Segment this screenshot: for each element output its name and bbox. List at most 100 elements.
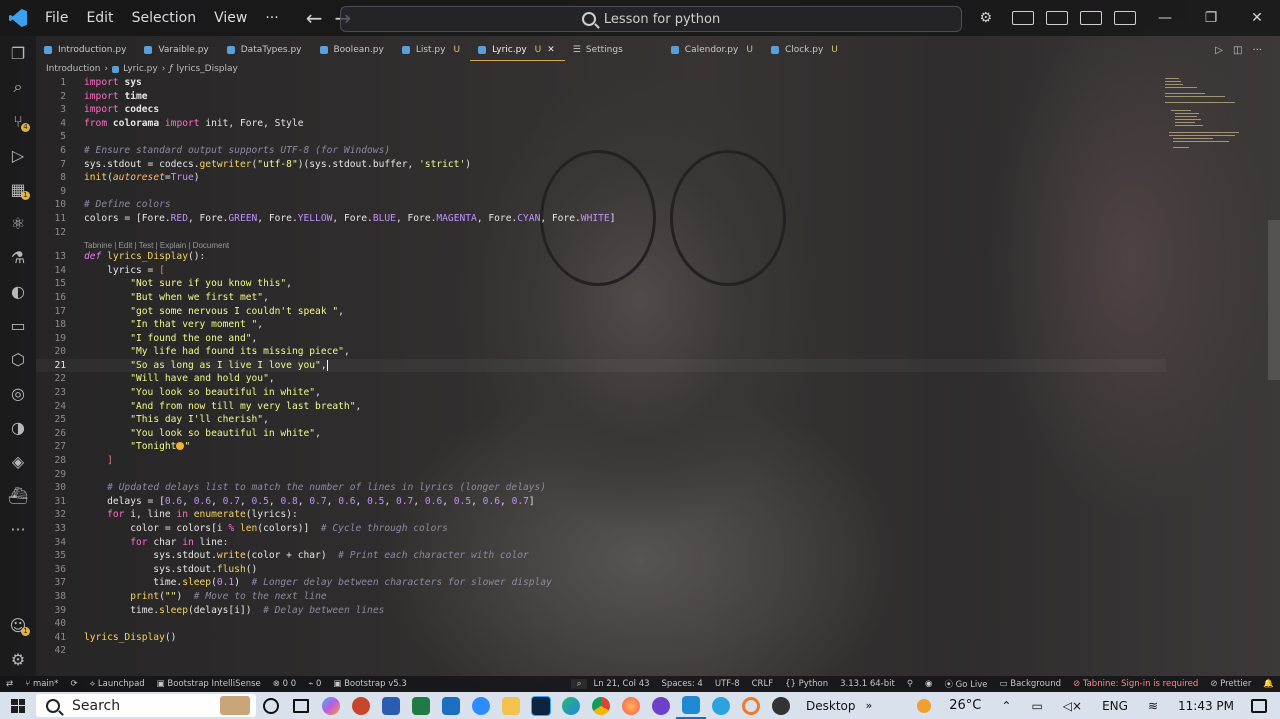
input-language[interactable]: ENG xyxy=(1092,699,1138,713)
editor-scrollbar[interactable] xyxy=(1268,220,1280,380)
file-explorer-icon[interactable] xyxy=(496,692,526,719)
code-line[interactable]: 36 sys.stdout.flush() xyxy=(36,563,1166,577)
toggle-secondary-sidebar-icon[interactable] xyxy=(1114,11,1136,25)
extensions-icon[interactable]: ▦ 1 xyxy=(0,172,36,206)
code-line[interactable]: 42 xyxy=(36,644,1166,658)
background-status[interactable]: ▭ Background xyxy=(994,679,1067,689)
code-line[interactable]: 11 colors = [Fore.RED, Fore.GREEN, Fore.Y… xyxy=(36,212,1166,226)
desktop-toolbar[interactable]: Desktop xyxy=(796,699,866,713)
minimap[interactable] xyxy=(1163,76,1263,156)
notifications-icon[interactable]: 🔔 xyxy=(1257,679,1280,689)
code-line[interactable]: 14 lyrics = [ xyxy=(36,264,1166,278)
cortana-icon[interactable] xyxy=(256,692,286,719)
sync-icon[interactable]: ⟳ xyxy=(64,679,83,689)
excel-icon[interactable] xyxy=(406,692,436,719)
source-control-icon[interactable]: ⑂ 4 xyxy=(0,104,36,138)
code-line[interactable]: 2 import time xyxy=(36,90,1166,104)
search-view-icon[interactable]: ⌕ xyxy=(0,70,36,104)
copilot-icon[interactable]: ◉ xyxy=(919,679,938,689)
code-line[interactable]: 9 xyxy=(36,185,1166,199)
code-line[interactable]: 30 # Updated delays list to match the nu… xyxy=(36,481,1166,495)
breadcrumb-symbol[interactable]: lyrics_Display xyxy=(176,64,237,74)
tab-calendor[interactable]: Calendor.py U xyxy=(663,40,763,60)
cube-icon[interactable]: ⬡ xyxy=(0,342,36,376)
code-line[interactable]: 27 "Tonight " xyxy=(36,440,1166,454)
react-icon[interactable]: ⚛ xyxy=(0,206,36,240)
chrome-icon[interactable] xyxy=(586,692,616,719)
github-icon[interactable]: ◎ xyxy=(0,376,36,410)
code-line[interactable]: 4 from colorama import init, Fore, Style xyxy=(36,117,1166,131)
code-line[interactable]: 3 import codecs xyxy=(36,103,1166,117)
code-line[interactable]: 40 xyxy=(36,617,1166,631)
code-line[interactable]: 35 sys.stdout.write(color + char) # Prin… xyxy=(36,549,1166,563)
back-arrow-icon[interactable]: ← xyxy=(306,6,323,30)
customize-layout-icon[interactable] xyxy=(1012,11,1034,25)
run-debug-icon[interactable]: ▷ xyxy=(0,138,36,172)
split-editor-icon[interactable]: ◫ xyxy=(1233,45,1242,56)
code-line[interactable]: 12 xyxy=(36,226,1166,240)
go-live-status[interactable]: ⦿ Go Live xyxy=(938,678,993,690)
circle-app-icon[interactable] xyxy=(736,692,766,719)
tabnine-icon[interactable]: ◈ xyxy=(0,444,36,478)
code-line[interactable]: 29 xyxy=(36,468,1166,482)
remote-indicator-icon[interactable]: ⇄ xyxy=(0,679,19,689)
code-line[interactable]: 5 xyxy=(36,130,1166,144)
tab-lyric[interactable]: Lyric.py U ✕ xyxy=(470,40,565,61)
ports-status[interactable]: ⌁ 0 xyxy=(302,679,327,689)
account-settings-icon[interactable]: ⚙ xyxy=(979,10,992,26)
outlook-icon[interactable] xyxy=(436,692,466,719)
code-line-current[interactable]: 21 "So as long as I live I love you", xyxy=(36,358,1166,373)
encoding[interactable]: UTF-8 xyxy=(709,679,746,689)
tab-introduction[interactable]: Introduction.py xyxy=(36,40,136,60)
minimize-button[interactable]: — xyxy=(1142,0,1188,36)
cursor-position[interactable]: Ln 21, Col 43 xyxy=(587,679,655,689)
indentation[interactable]: Spaces: 4 xyxy=(656,679,709,689)
code-line[interactable]: 7 sys.stdout = codecs.getwriter("utf-8")(… xyxy=(36,158,1166,172)
code-line[interactable]: 41 lyrics_Display() xyxy=(36,631,1166,645)
code-line[interactable]: 31 delays = [0.6, 0.6, 0.7, 0.5, 0.8, 0.… xyxy=(36,495,1166,509)
bootstrap-intellisense-status[interactable]: ▣ Bootstrap IntelliSense xyxy=(151,679,267,689)
code-line[interactable]: 28 ] xyxy=(36,454,1166,468)
breadcrumb-folder[interactable]: Introduction xyxy=(46,64,101,74)
branch-status[interactable]: ⑂ main* xyxy=(19,679,64,689)
settings-app-icon[interactable] xyxy=(766,692,796,719)
tab-clock[interactable]: Clock.py U xyxy=(763,40,848,60)
code-line[interactable]: 1 import sys xyxy=(36,76,1166,90)
toggle-panel-icon[interactable] xyxy=(1080,11,1102,25)
edge-icon[interactable]: ◐ xyxy=(0,274,36,308)
code-line[interactable]: 38 print("") # Move to the next line xyxy=(36,590,1166,604)
code-line[interactable]: 24 "And from now till my very last breat… xyxy=(36,400,1166,414)
menu-selection[interactable]: Selection xyxy=(123,10,206,26)
tab-list[interactable]: List.py U xyxy=(394,40,470,60)
python-interpreter[interactable]: 3.13.1 64-bit xyxy=(834,679,901,689)
copilot-app-icon[interactable] xyxy=(316,692,346,719)
code-line[interactable]: 20 "My life had found its missing piece"… xyxy=(36,345,1166,359)
code-line[interactable]: 15 "Not sure if you know this", xyxy=(36,277,1166,291)
menu-edit[interactable]: Edit xyxy=(77,10,122,26)
close-tab-icon[interactable]: ✕ xyxy=(547,45,555,55)
code-line[interactable]: 16 "But when we first met", xyxy=(36,291,1166,305)
vscode-taskbar-icon[interactable] xyxy=(676,692,706,719)
menu-file[interactable]: File xyxy=(36,10,77,26)
tab-varaible[interactable]: Varaible.py xyxy=(136,40,218,60)
code-line[interactable]: 39 time.sleep(delays[i]) # Delay between… xyxy=(36,604,1166,618)
live-share-icon[interactable]: ◑ xyxy=(0,410,36,444)
command-center-search[interactable]: Lesson for python xyxy=(340,6,962,32)
wifi-icon[interactable]: ≋ xyxy=(1138,699,1168,713)
zoom-app-icon[interactable] xyxy=(466,692,496,719)
code-line[interactable]: 19 "I found the one and", xyxy=(36,332,1166,346)
testing-flask-icon[interactable]: ⚗ xyxy=(0,240,36,274)
zoom-icon[interactable]: ⌕ xyxy=(570,679,588,689)
manage-gear-icon[interactable]: ⚙ xyxy=(0,642,36,676)
bootstrap-version-status[interactable]: ▣ Bootstrap v5.3 xyxy=(327,679,412,689)
code-line[interactable]: 33 color = colors[i % len(colors)] # Cyc… xyxy=(36,522,1166,536)
format-icon[interactable]: ⚲ xyxy=(901,679,919,689)
temperature[interactable]: 26°C xyxy=(939,698,991,713)
code-line[interactable]: 26 "You look so beautiful in white", xyxy=(36,427,1166,441)
telegram-icon[interactable] xyxy=(706,692,736,719)
code-line[interactable]: 10 # Define colors xyxy=(36,198,1166,212)
photoshop-icon[interactable] xyxy=(526,692,556,719)
docker-icon[interactable]: ⛴ xyxy=(0,478,36,512)
toolbar-chevron-icon[interactable]: » xyxy=(866,699,873,712)
code-line[interactable]: 6 # Ensure standard output supports UTF-8… xyxy=(36,144,1166,158)
